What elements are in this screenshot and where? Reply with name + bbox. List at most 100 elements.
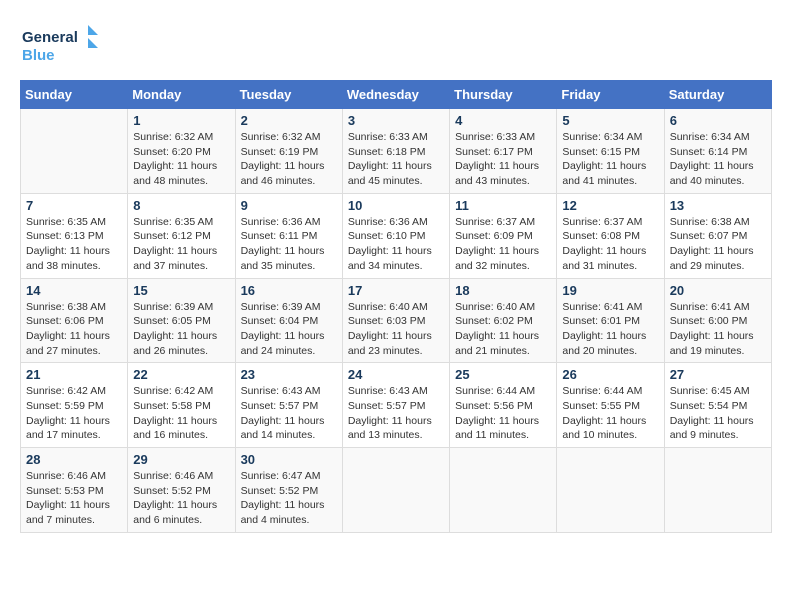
calendar-cell: 8 Sunrise: 6:35 AMSunset: 6:12 PMDaylight… (128, 193, 235, 278)
cell-content: Sunrise: 6:39 AMSunset: 6:04 PMDaylight:… (241, 300, 337, 359)
calendar-cell: 5 Sunrise: 6:34 AMSunset: 6:15 PMDaylight… (557, 109, 664, 194)
cell-content: Sunrise: 6:39 AMSunset: 6:05 PMDaylight:… (133, 300, 229, 359)
day-number: 7 (26, 198, 122, 213)
calendar-cell (557, 448, 664, 533)
calendar-cell: 28 Sunrise: 6:46 AMSunset: 5:53 PMDayligh… (21, 448, 128, 533)
cell-content: Sunrise: 6:35 AMSunset: 6:12 PMDaylight:… (133, 215, 229, 274)
day-number: 10 (348, 198, 444, 213)
calendar-cell: 10 Sunrise: 6:36 AMSunset: 6:10 PMDayligh… (342, 193, 449, 278)
header-day-thursday: Thursday (450, 81, 557, 109)
day-number: 18 (455, 283, 551, 298)
day-number: 16 (241, 283, 337, 298)
week-row-4: 21 Sunrise: 6:42 AMSunset: 5:59 PMDayligh… (21, 363, 772, 448)
calendar-cell: 14 Sunrise: 6:38 AMSunset: 6:06 PMDayligh… (21, 278, 128, 363)
calendar-cell: 19 Sunrise: 6:41 AMSunset: 6:01 PMDayligh… (557, 278, 664, 363)
week-row-3: 14 Sunrise: 6:38 AMSunset: 6:06 PMDayligh… (21, 278, 772, 363)
day-number: 5 (562, 113, 658, 128)
calendar-cell: 25Sunrise: 6:44 AMSunset: 5:56 PMDayligh… (450, 363, 557, 448)
cell-content: Sunrise: 6:44 AMSunset: 5:55 PMDaylight:… (562, 384, 658, 443)
page-header: General Blue (20, 20, 772, 70)
cell-content: Sunrise: 6:42 AMSunset: 5:58 PMDaylight:… (133, 384, 229, 443)
cell-content: Sunrise: 6:46 AMSunset: 5:53 PMDaylight:… (26, 469, 122, 528)
cell-content: Sunrise: 6:38 AMSunset: 6:07 PMDaylight:… (670, 215, 766, 274)
calendar-cell: 4 Sunrise: 6:33 AMSunset: 6:17 PMDaylight… (450, 109, 557, 194)
day-number: 8 (133, 198, 229, 213)
cell-content: Sunrise: 6:34 AMSunset: 6:14 PMDaylight:… (670, 130, 766, 189)
day-number: 28 (26, 452, 122, 467)
cell-content: Sunrise: 6:38 AMSunset: 6:06 PMDaylight:… (26, 300, 122, 359)
calendar-cell (342, 448, 449, 533)
header-day-saturday: Saturday (664, 81, 771, 109)
calendar-cell: 9 Sunrise: 6:36 AMSunset: 6:11 PMDaylight… (235, 193, 342, 278)
header-day-friday: Friday (557, 81, 664, 109)
day-number: 20 (670, 283, 766, 298)
calendar-cell: 24Sunrise: 6:43 AMSunset: 5:57 PMDayligh… (342, 363, 449, 448)
calendar-cell: 29 Sunrise: 6:46 AMSunset: 5:52 PMDayligh… (128, 448, 235, 533)
week-row-2: 7 Sunrise: 6:35 AMSunset: 6:13 PMDaylight… (21, 193, 772, 278)
cell-content: Sunrise: 6:43 AMSunset: 5:57 PMDaylight:… (241, 384, 337, 443)
day-number: 6 (670, 113, 766, 128)
calendar-cell: 13 Sunrise: 6:38 AMSunset: 6:07 PMDayligh… (664, 193, 771, 278)
cell-content: Sunrise: 6:36 AMSunset: 6:10 PMDaylight:… (348, 215, 444, 274)
day-number: 14 (26, 283, 122, 298)
day-number: 22 (133, 367, 229, 382)
calendar-cell: 12 Sunrise: 6:37 AMSunset: 6:08 PMDayligh… (557, 193, 664, 278)
cell-content: Sunrise: 6:47 AMSunset: 5:52 PMDaylight:… (241, 469, 337, 528)
cell-content: Sunrise: 6:32 AMSunset: 6:20 PMDaylight:… (133, 130, 229, 189)
week-row-1: 1Sunrise: 6:32 AMSunset: 6:20 PMDaylight… (21, 109, 772, 194)
calendar-cell: 22 Sunrise: 6:42 AMSunset: 5:58 PMDayligh… (128, 363, 235, 448)
cell-content: Sunrise: 6:41 AMSunset: 6:00 PMDaylight:… (670, 300, 766, 359)
cell-content: Sunrise: 6:43 AMSunset: 5:57 PMDaylight:… (348, 384, 444, 443)
day-number: 30 (241, 452, 337, 467)
day-number: 29 (133, 452, 229, 467)
day-number: 15 (133, 283, 229, 298)
cell-content: Sunrise: 6:32 AMSunset: 6:19 PMDaylight:… (241, 130, 337, 189)
cell-content: Sunrise: 6:40 AMSunset: 6:02 PMDaylight:… (455, 300, 551, 359)
day-number: 21 (26, 367, 122, 382)
day-number: 13 (670, 198, 766, 213)
day-number: 11 (455, 198, 551, 213)
cell-content: Sunrise: 6:37 AMSunset: 6:09 PMDaylight:… (455, 215, 551, 274)
cell-content: Sunrise: 6:35 AMSunset: 6:13 PMDaylight:… (26, 215, 122, 274)
day-number: 27 (670, 367, 766, 382)
cell-content: Sunrise: 6:33 AMSunset: 6:17 PMDaylight:… (455, 130, 551, 189)
cell-content: Sunrise: 6:33 AMSunset: 6:18 PMDaylight:… (348, 130, 444, 189)
week-row-5: 28 Sunrise: 6:46 AMSunset: 5:53 PMDayligh… (21, 448, 772, 533)
calendar-cell: 21 Sunrise: 6:42 AMSunset: 5:59 PMDayligh… (21, 363, 128, 448)
calendar-cell: 2 Sunrise: 6:32 AMSunset: 6:19 PMDaylight… (235, 109, 342, 194)
calendar-cell: 18 Sunrise: 6:40 AMSunset: 6:02 PMDayligh… (450, 278, 557, 363)
cell-content: Sunrise: 6:44 AMSunset: 5:56 PMDaylight:… (455, 384, 551, 443)
day-number: 3 (348, 113, 444, 128)
svg-text:General: General (22, 29, 78, 46)
header-day-monday: Monday (128, 81, 235, 109)
calendar-cell: 1Sunrise: 6:32 AMSunset: 6:20 PMDaylight… (128, 109, 235, 194)
calendar-cell: 16 Sunrise: 6:39 AMSunset: 6:04 PMDayligh… (235, 278, 342, 363)
calendar-cell: 3 Sunrise: 6:33 AMSunset: 6:18 PMDaylight… (342, 109, 449, 194)
calendar-cell: 20 Sunrise: 6:41 AMSunset: 6:00 PMDayligh… (664, 278, 771, 363)
calendar-cell: 11 Sunrise: 6:37 AMSunset: 6:09 PMDayligh… (450, 193, 557, 278)
cell-content: Sunrise: 6:36 AMSunset: 6:11 PMDaylight:… (241, 215, 337, 274)
calendar-table: SundayMondayTuesdayWednesdayThursdayFrid… (20, 80, 772, 533)
header-day-tuesday: Tuesday (235, 81, 342, 109)
calendar-cell: 17Sunrise: 6:40 AMSunset: 6:03 PMDayligh… (342, 278, 449, 363)
day-number: 19 (562, 283, 658, 298)
day-number: 2 (241, 113, 337, 128)
day-number: 17 (348, 283, 444, 298)
cell-content: Sunrise: 6:37 AMSunset: 6:08 PMDaylight:… (562, 215, 658, 274)
calendar-cell (21, 109, 128, 194)
cell-content: Sunrise: 6:42 AMSunset: 5:59 PMDaylight:… (26, 384, 122, 443)
calendar-cell (664, 448, 771, 533)
day-number: 9 (241, 198, 337, 213)
cell-content: Sunrise: 6:41 AMSunset: 6:01 PMDaylight:… (562, 300, 658, 359)
cell-content: Sunrise: 6:34 AMSunset: 6:15 PMDaylight:… (562, 130, 658, 189)
day-number: 12 (562, 198, 658, 213)
calendar-cell: 23Sunrise: 6:43 AMSunset: 5:57 PMDayligh… (235, 363, 342, 448)
calendar-cell: 27 Sunrise: 6:45 AMSunset: 5:54 PMDayligh… (664, 363, 771, 448)
header-day-sunday: Sunday (21, 81, 128, 109)
header-day-wednesday: Wednesday (342, 81, 449, 109)
calendar-cell: 7 Sunrise: 6:35 AMSunset: 6:13 PMDaylight… (21, 193, 128, 278)
cell-content: Sunrise: 6:46 AMSunset: 5:52 PMDaylight:… (133, 469, 229, 528)
day-number: 4 (455, 113, 551, 128)
cell-content: Sunrise: 6:45 AMSunset: 5:54 PMDaylight:… (670, 384, 766, 443)
header-row: SundayMondayTuesdayWednesdayThursdayFrid… (21, 81, 772, 109)
